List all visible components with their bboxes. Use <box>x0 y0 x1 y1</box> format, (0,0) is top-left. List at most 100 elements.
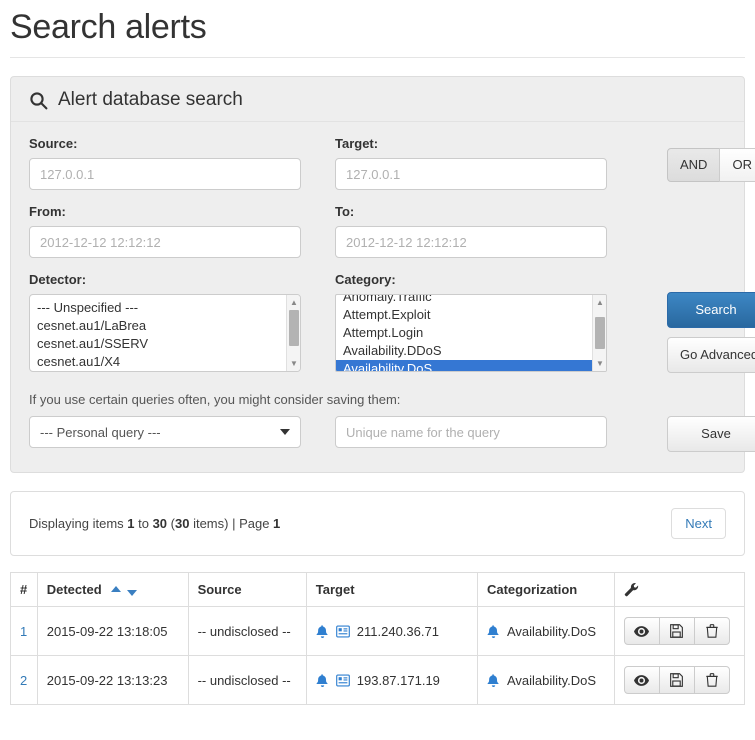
detector-group: Detector: --- Unspecified --- cesnet.au1/… <box>29 272 335 372</box>
or-button[interactable]: OR <box>719 148 755 183</box>
cell-source: -- undisclosed -- <box>187 606 307 657</box>
save-button[interactable] <box>658 617 695 646</box>
trash-icon <box>705 673 718 687</box>
search-button[interactable]: Search <box>667 292 755 329</box>
detector-option[interactable]: cesnet.au1/LaBrea <box>30 317 286 335</box>
category-label: Category: <box>335 272 396 287</box>
cell-categorization: Availability.DoS <box>476 606 615 657</box>
target-input[interactable] <box>335 158 607 190</box>
alerts-table: # Detected Source Target Categorization <box>10 572 746 706</box>
source-input[interactable] <box>29 158 301 190</box>
scroll-down-icon[interactable]: ▼ <box>593 357 606 370</box>
target-value: 193.87.171.19 <box>356 672 440 688</box>
category-option[interactable]: Attempt.Login <box>336 324 592 342</box>
cell-detected: 2015-09-22 13:18:05 <box>36 606 189 657</box>
detector-option[interactable]: --- Unspecified --- <box>30 299 286 317</box>
delete-button[interactable] <box>693 617 730 646</box>
next-page-button[interactable]: Next <box>671 508 726 540</box>
row-action-group <box>623 666 730 695</box>
cell-detected: 2015-09-22 13:13:23 <box>36 655 189 706</box>
save-action: Save <box>641 416 755 453</box>
categorization-value: Availability.DoS <box>506 623 597 639</box>
query-name-input[interactable] <box>335 416 607 448</box>
to-input[interactable] <box>335 226 607 258</box>
and-or-button-group: AND OR <box>667 148 755 183</box>
save-query-hint: If you use certain queries often, you mi… <box>29 392 401 407</box>
col-target[interactable]: Target <box>305 572 478 608</box>
paging-page: 1 <box>273 516 281 532</box>
categorization-value: Availability.DoS <box>506 672 597 688</box>
paging-mid: to <box>134 516 153 532</box>
paging-prefix: Displaying items <box>29 516 128 532</box>
cell-actions <box>613 606 746 657</box>
category-option[interactable]: Availability.DDoS <box>336 342 592 360</box>
category-option[interactable]: Availability.DoS <box>336 360 592 371</box>
save-button[interactable] <box>658 666 695 695</box>
target-value: 211.240.36.71 <box>356 623 439 639</box>
panel-heading-label: Alert database search <box>58 89 243 110</box>
personal-query-group: --- Personal query --- <box>29 416 335 448</box>
category-option[interactable]: Attempt.Exploit <box>336 306 592 324</box>
paging-from: 1 <box>127 516 135 532</box>
scroll-down-icon[interactable]: ▼ <box>287 357 300 370</box>
title-divider <box>10 57 745 58</box>
target-group: Target: <box>335 136 641 190</box>
cell-num: 1 <box>10 606 38 657</box>
source-label: Source: <box>29 136 78 151</box>
floppy-disk-icon <box>670 673 683 688</box>
row-action-group <box>623 617 730 646</box>
and-button[interactable]: AND <box>667 148 721 183</box>
view-button[interactable] <box>623 666 660 695</box>
alert-search-panel: Alert database search Source: Target: AN… <box>10 76 755 474</box>
bell-icon <box>487 673 500 688</box>
cell-num: 2 <box>10 655 38 706</box>
scroll-up-icon[interactable]: ▲ <box>593 296 606 309</box>
source-group: Source: <box>29 136 335 190</box>
cell-target: 211.240.36.71 <box>305 606 478 657</box>
trash-icon <box>705 624 718 638</box>
save-query-button[interactable]: Save <box>667 416 755 453</box>
from-label: From: <box>29 204 66 219</box>
from-group: From: <box>29 204 335 258</box>
caret-up-icon[interactable] <box>111 586 122 593</box>
scroll-up-icon[interactable]: ▲ <box>287 296 300 309</box>
table-row[interactable]: 1 2015-09-22 13:18:05 -- undisclosed -- 211… <box>10 606 746 657</box>
table-row[interactable]: 2 2015-09-22 13:13:23 -- undisclosed -- 193… <box>10 655 746 706</box>
cell-categorization: Availability.DoS <box>476 655 615 706</box>
eye-icon <box>634 625 650 638</box>
col-num: # <box>10 572 38 608</box>
caret-down-icon[interactable] <box>127 590 138 597</box>
detector-scrollbar[interactable]: ▲ ▼ <box>286 295 300 371</box>
paging-to: 30 <box>152 516 168 532</box>
personal-query-select[interactable]: --- Personal query --- <box>29 416 301 448</box>
col-source[interactable]: Source <box>187 572 307 608</box>
paging-summary: Displaying items 1 to 30 (30 items) | Pa… <box>29 516 280 531</box>
bell-icon <box>316 624 329 639</box>
paging-total: 30 <box>175 516 190 532</box>
panel-body: Source: Target: AND OR From: <box>11 122 755 472</box>
sort-arrows <box>111 586 138 597</box>
category-group: Category: Anomaly.Traffic Attempt.Exploit… <box>335 272 641 372</box>
bell-icon <box>316 673 329 688</box>
to-label: To: <box>335 204 355 219</box>
go-advanced-button[interactable]: Go Advanced <box>667 337 755 374</box>
detector-option[interactable]: cesnet.au1/X4 <box>30 353 286 371</box>
view-button[interactable] <box>623 617 660 646</box>
from-input[interactable] <box>29 226 301 258</box>
cell-source: -- undisclosed -- <box>187 655 307 706</box>
table-header-row: # Detected Source Target Categorization <box>10 572 746 608</box>
col-detected-label: Detected <box>46 582 102 598</box>
query-name-group <box>335 416 641 448</box>
eye-icon <box>634 674 650 687</box>
category-option[interactable]: Anomaly.Traffic <box>336 295 592 306</box>
category-listbox[interactable]: Anomaly.Traffic Attempt.Exploit Attempt.Lo… <box>335 294 607 372</box>
table-body: 1 2015-09-22 13:18:05 -- undisclosed -- 211… <box>10 606 746 706</box>
detector-listbox[interactable]: --- Unspecified --- cesnet.au1/LaBrea cesn… <box>29 294 301 372</box>
col-detected[interactable]: Detected <box>36 572 189 608</box>
category-scrollbar[interactable]: ▲ ▼ <box>592 295 606 371</box>
detector-option[interactable]: cesnet.au1/SSERV <box>30 335 286 353</box>
col-categorization[interactable]: Categorization <box>476 572 615 608</box>
wrench-icon <box>624 582 735 597</box>
delete-button[interactable] <box>693 666 730 695</box>
target-label: Target: <box>335 136 379 151</box>
